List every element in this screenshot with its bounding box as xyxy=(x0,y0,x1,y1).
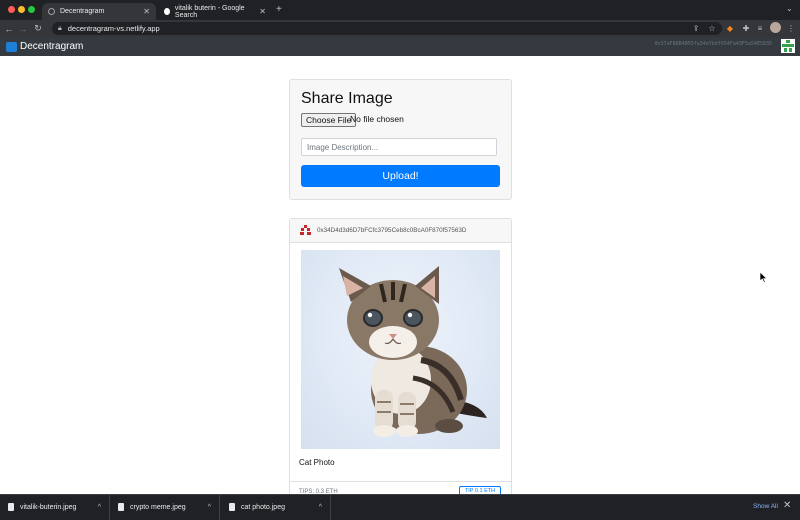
cat-illustration xyxy=(339,266,487,437)
chevron-up-icon[interactable]: ^ xyxy=(98,504,101,511)
post-author-address: 0x34D4d3d6D7bFCfc3795Ceb8c0BcA0F870f5756… xyxy=(317,227,467,234)
globe-icon xyxy=(48,8,55,15)
close-tab-icon[interactable]: ✕ xyxy=(143,7,150,16)
brand-name: Decentragram xyxy=(20,41,84,52)
image-description-input[interactable] xyxy=(301,138,497,156)
download-filename: crypto meme.jpeg xyxy=(130,503,186,511)
show-all-downloads-link[interactable]: Show All xyxy=(753,503,778,510)
post-description: Cat Photo xyxy=(299,458,335,467)
download-item[interactable]: cat photo.jpeg ^ xyxy=(221,494,331,520)
author-identicon xyxy=(300,224,311,236)
share-image-title: Share Image xyxy=(301,90,393,107)
reload-icon[interactable]: ↻ xyxy=(31,20,45,37)
bookmark-star-icon[interactable]: ☆ xyxy=(706,20,718,37)
close-tab-icon[interactable]: ✕ xyxy=(259,7,266,16)
file-icon xyxy=(8,503,14,511)
download-filename: cat photo.jpeg xyxy=(241,503,285,511)
url-text: decentragram-vs.netlify.app xyxy=(67,24,160,33)
metamask-icon[interactable]: ◆ xyxy=(724,20,736,37)
reading-list-icon[interactable]: ≡ xyxy=(754,20,766,37)
google-icon xyxy=(164,8,170,15)
extensions-icon[interactable]: ✚ xyxy=(740,20,752,37)
download-item[interactable]: vitalik-buterin.jpeg ^ xyxy=(0,494,110,520)
account-address: 0x37aF88B4B55fa34eYbdf654Fa43F5a54E5835 xyxy=(654,41,772,47)
minimize-window-button[interactable] xyxy=(18,6,25,13)
menu-kebab-icon[interactable]: ⋮ xyxy=(785,20,797,37)
tab-google-search[interactable]: vitalik buterin - Google Search ✕ xyxy=(158,3,272,20)
tab-title: Decentragram xyxy=(60,8,105,15)
profile-avatar[interactable] xyxy=(770,22,781,33)
download-item[interactable]: crypto meme.jpeg ^ xyxy=(110,494,220,520)
address-bar[interactable]: 🔒︎ decentragram-vs.netlify.app xyxy=(52,22,722,35)
camera-logo-icon xyxy=(6,41,17,52)
file-icon xyxy=(229,503,235,511)
file-icon xyxy=(118,503,124,511)
share-icon[interactable]: ⇪ xyxy=(690,20,702,37)
upload-button[interactable]: Upload! xyxy=(301,165,500,187)
chevron-up-icon[interactable]: ^ xyxy=(319,504,322,511)
maximize-window-button[interactable] xyxy=(28,6,35,13)
cat-photo-image xyxy=(301,250,500,449)
account-identicon xyxy=(781,39,795,53)
chevron-up-icon[interactable]: ^ xyxy=(208,504,211,511)
lock-icon: 🔒︎ xyxy=(58,24,62,32)
tab-search-icon[interactable]: ⌄ xyxy=(786,4,793,13)
back-icon[interactable]: ← xyxy=(2,20,16,37)
download-filename: vitalik-buterin.jpeg xyxy=(20,503,77,511)
close-downloads-icon[interactable]: ✕ xyxy=(783,500,791,511)
tab-title: vitalik buterin - Google Search xyxy=(174,4,245,19)
forward-icon[interactable]: → xyxy=(16,20,30,37)
close-window-button[interactable] xyxy=(8,6,15,13)
file-status-text: No file chosen xyxy=(350,114,404,124)
brand[interactable]: Decentragram xyxy=(6,38,83,55)
tab-decentragram[interactable]: Decentragram ✕ xyxy=(42,3,156,20)
choose-file-button[interactable]: Choose File xyxy=(301,113,357,127)
mouse-cursor-icon xyxy=(760,272,768,283)
new-tab-button[interactable]: + xyxy=(276,4,282,15)
post-footer-divider xyxy=(290,481,511,482)
